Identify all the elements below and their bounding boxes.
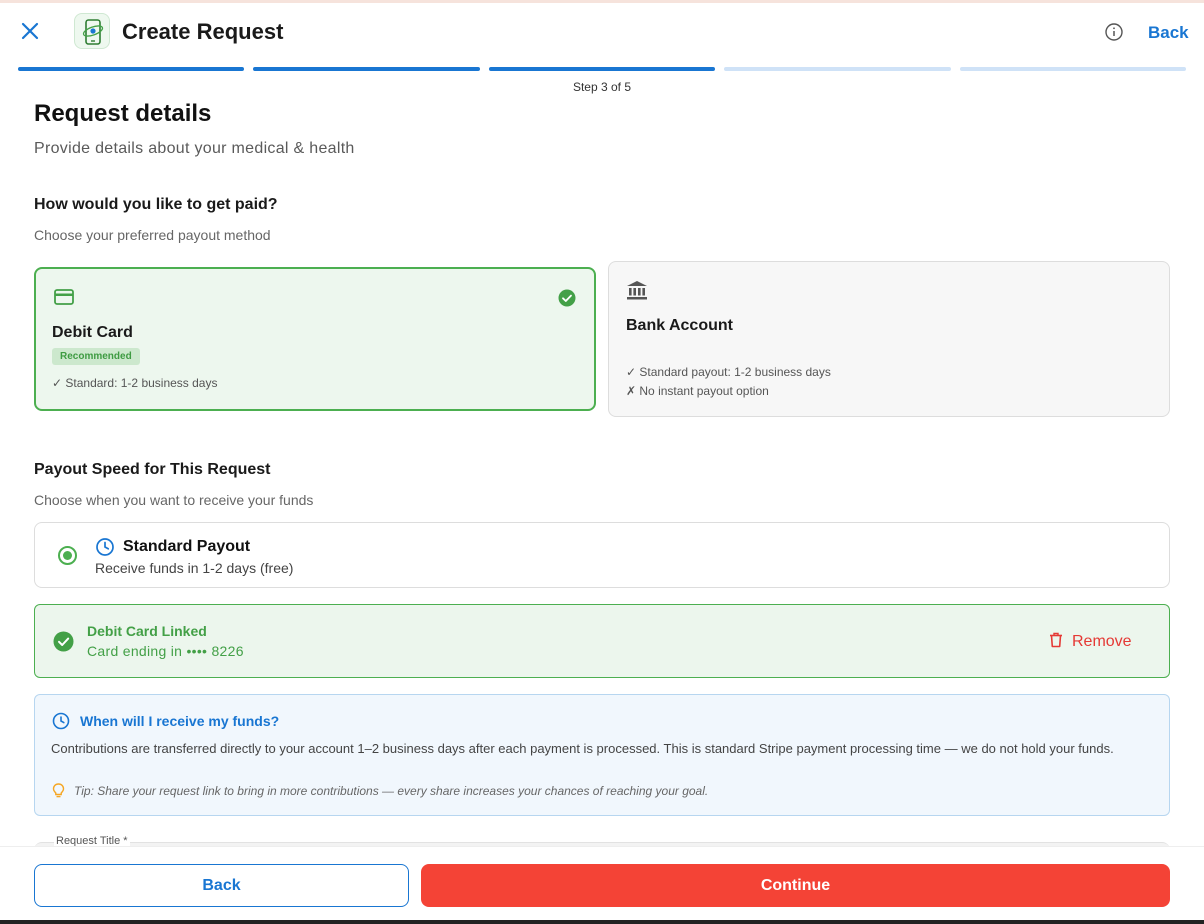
back-button[interactable]: Back <box>34 864 409 907</box>
trash-icon <box>1049 632 1063 653</box>
progress-segment-3 <box>488 67 716 71</box>
continue-button[interactable]: Continue <box>421 864 1170 907</box>
section-title: Request details <box>34 100 212 127</box>
info-icon[interactable] <box>1104 22 1124 42</box>
payout-speed-option-standard[interactable]: Standard Payout Receive funds in 1-2 day… <box>34 522 1170 588</box>
payout-method-title: How would you like to get paid? <box>34 196 278 213</box>
payout-speed-title: Payout Speed for This Request <box>34 461 271 478</box>
clock-icon <box>52 712 70 735</box>
progress-segment-1 <box>18 67 245 71</box>
payout-option-feature: ✗ No instant payout option <box>626 384 769 398</box>
header-back-link[interactable]: Back <box>1148 23 1189 43</box>
lightbulb-icon <box>52 783 65 804</box>
payout-option-title: Bank Account <box>626 317 733 334</box>
payout-method-subtitle: Choose your preferred payout method <box>34 227 271 243</box>
footer-actions: Back Continue <box>0 846 1204 924</box>
payout-speed-option-title: Standard Payout <box>123 538 251 555</box>
header: Create Request Back <box>0 3 1204 63</box>
funds-info-title: When will I receive my funds? <box>80 713 280 729</box>
remove-card-button[interactable]: Remove <box>1049 631 1132 653</box>
progress-segment-5 <box>959 67 1187 71</box>
payout-speed-subtitle: Choose when you want to receive your fun… <box>34 492 314 508</box>
bank-icon <box>626 280 648 305</box>
check-circle-icon <box>53 631 74 657</box>
funds-info-box: When will I receive my funds? Contributi… <box>34 694 1170 816</box>
page-header-title: Create Request <box>122 19 284 44</box>
payout-option-feature: ✓ Standard payout: 1-2 business days <box>626 365 831 379</box>
progress-segment-4 <box>724 67 951 71</box>
bottom-edge <box>0 920 1204 924</box>
check-circle-icon <box>558 289 576 312</box>
recommended-badge: Recommended <box>52 348 140 365</box>
close-icon[interactable] <box>18 19 42 43</box>
step-label: Step 3 of 5 <box>572 80 632 94</box>
step-progress-bar <box>18 67 1187 71</box>
remove-card-label: Remove <box>1072 633 1132 650</box>
section-subtitle: Provide details about your medical & hea… <box>34 140 355 157</box>
payout-option-title: Debit Card <box>52 324 133 341</box>
payout-option-debit-card[interactable]: Debit Card Recommended ✓ Standard: 1-2 b… <box>34 267 596 411</box>
credit-card-icon <box>54 289 74 310</box>
payout-option-bank-account[interactable]: Bank Account ✓ Standard payout: 1-2 busi… <box>608 261 1170 417</box>
linked-card-title: Debit Card Linked <box>87 623 207 639</box>
standard-payout-radio[interactable] <box>58 546 77 565</box>
linked-card-banner: Debit Card Linked Card ending in •••• 82… <box>34 604 1170 678</box>
payout-speed-option-desc: Receive funds in 1-2 days (free) <box>95 560 294 576</box>
payout-option-feature: ✓ Standard: 1-2 business days <box>52 376 218 390</box>
progress-segment-2 <box>253 67 480 71</box>
funds-info-body: Contributions are transferred directly t… <box>51 741 1114 756</box>
funds-info-tip: Tip: Share your request link to bring in… <box>74 784 709 798</box>
app-logo <box>74 13 110 49</box>
linked-card-number: Card ending in •••• 8226 <box>87 643 244 659</box>
clock-icon <box>95 537 115 562</box>
